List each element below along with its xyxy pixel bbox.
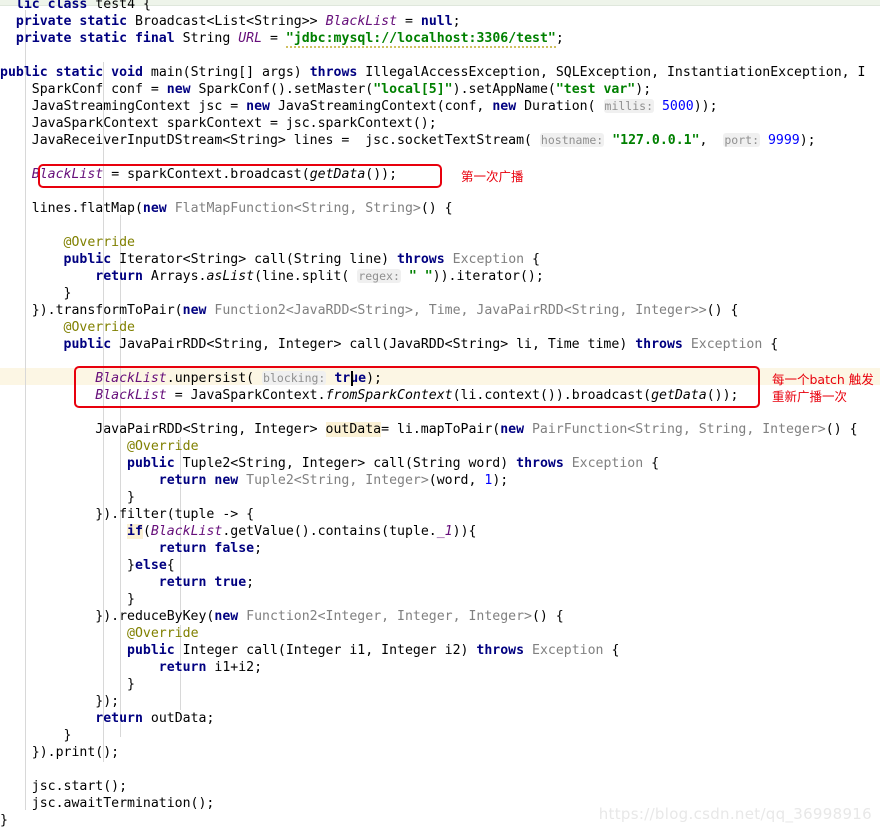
code-line[interactable]: JavaReceiverInputDStream<String> lines =…	[0, 132, 816, 149]
inlay-hint-port: port:	[723, 133, 760, 147]
code-line[interactable]: }).print();	[0, 744, 119, 761]
code-line[interactable]: @Override	[0, 234, 135, 251]
code-editor[interactable]: lic class test4 { private static Broadca…	[0, 0, 880, 827]
code-line[interactable]: }).reduceByKey(new Function2<Integer, In…	[0, 608, 563, 625]
highlighted-identifier-outdata: outData	[325, 422, 382, 437]
code-line[interactable]: }	[0, 676, 135, 693]
code-line[interactable]: JavaStreamingContext jsc = new JavaStrea…	[0, 98, 718, 115]
inlay-hint-blocking: blocking:	[262, 371, 327, 385]
code-line[interactable]: private static Broadcast<List<String>> B…	[0, 13, 461, 30]
code-line[interactable]: @Override	[0, 438, 198, 455]
code-line[interactable]: JavaSparkContext sparkContext = jsc.spar…	[0, 115, 437, 132]
highlighted-keyword-if: if	[127, 524, 143, 539]
code-line[interactable]: }else{	[0, 557, 175, 574]
code-line[interactable]: return true;	[0, 574, 254, 591]
code-line[interactable]: return Arrays.asList(line.split( regex: …	[0, 268, 544, 285]
annotation-label-first-broadcast: 第一次广播	[461, 169, 524, 184]
code-line[interactable]: }).transformToPair(new Function2<JavaRDD…	[0, 302, 739, 319]
annotation-label-rebroadcast-line1: 每一个batch 触发	[772, 372, 874, 387]
code-line[interactable]: if(BlackList.getValue().contains(tuple._…	[0, 523, 476, 540]
code-line[interactable]: JavaPairRDD<String, Integer> outData= li…	[0, 421, 858, 438]
code-line[interactable]: lic class test4 {	[0, 0, 151, 13]
code-line[interactable]: public Integer call(Integer i1, Integer …	[0, 642, 619, 659]
code-line[interactable]: }).filter(tuple -> {	[0, 506, 254, 523]
code-line-rebroadcast[interactable]: BlackList = JavaSparkContext.fromSparkCo…	[0, 387, 738, 404]
code-line[interactable]: return new Tuple2<String, Integer>(word,…	[0, 472, 508, 489]
inlay-hint-millis: millis:	[603, 99, 654, 113]
code-line[interactable]: public static void main(String[] args) t…	[0, 64, 865, 81]
code-line[interactable]: jsc.start();	[0, 778, 127, 795]
inlay-hint-hostname: hostname:	[539, 133, 605, 147]
code-line[interactable]: private static final String URL = "jdbc:…	[0, 30, 564, 48]
code-line[interactable]: @Override	[0, 319, 135, 336]
code-line[interactable]: }	[0, 727, 72, 744]
code-line[interactable]: public Iterator<String> call(String line…	[0, 251, 540, 268]
code-line[interactable]: SparkConf conf = new SparkConf().setMast…	[0, 81, 651, 98]
code-line[interactable]: return outData;	[0, 710, 214, 727]
code-line[interactable]: }	[0, 285, 72, 302]
code-line-unpersist[interactable]: BlackList.unpersist( blocking: true);	[0, 370, 382, 387]
code-line[interactable]: }	[0, 812, 8, 827]
code-line[interactable]: public JavaPairRDD<String, Integer> call…	[0, 336, 779, 353]
code-line-broadcast-first[interactable]: BlackList = sparkContext.broadcast(getDa…	[0, 166, 397, 183]
code-line[interactable]: public Tuple2<String, Integer> call(Stri…	[0, 455, 659, 472]
code-line[interactable]: });	[0, 693, 119, 710]
code-line[interactable]: @Override	[0, 625, 198, 642]
code-line[interactable]: lines.flatMap(new FlatMapFunction<String…	[0, 200, 453, 217]
annotation-label-rebroadcast-line2: 重新广播一次	[772, 389, 848, 404]
code-line[interactable]: return false;	[0, 540, 262, 557]
code-line[interactable]: jsc.awaitTermination();	[0, 795, 215, 812]
inlay-hint-regex: regex:	[357, 269, 401, 283]
code-text-area[interactable]: lic class test4 { private static Broadca…	[0, 0, 880, 827]
watermark: https://blog.csdn.net/qq_36998916	[598, 805, 872, 823]
code-line[interactable]: return i1+i2;	[0, 659, 262, 676]
code-line[interactable]: }	[0, 591, 135, 608]
text-caret	[351, 371, 353, 386]
code-line[interactable]: }	[0, 489, 135, 506]
